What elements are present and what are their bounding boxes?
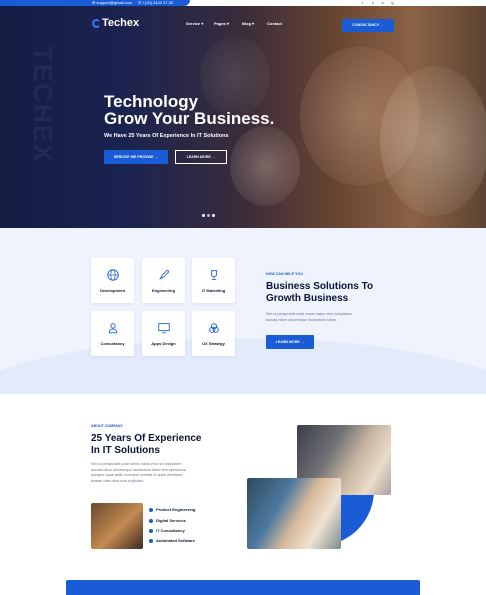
slider-dot[interactable]: [212, 214, 215, 217]
phone-text: +(10) 2442 47 50: [142, 0, 174, 5]
section-tag: HOW CAN HELP YOU: [266, 272, 303, 276]
heading-line: 25 Years Of Experience: [91, 433, 202, 444]
service-card-label: IT Marketing: [201, 288, 226, 293]
text-line: accusa ntium doloremque laudantium totam…: [266, 317, 337, 322]
service-card-label: Engineering: [151, 288, 176, 293]
consultancy-button[interactable]: CONSULTANCY →: [342, 19, 394, 32]
learn-more-button[interactable]: LEARN MORE →: [266, 335, 314, 349]
check-icon: [149, 538, 153, 543]
hero-photo-person-front: [230, 126, 300, 206]
logo-text[interactable]: Techex: [102, 17, 139, 29]
section-heading: Business Solutions To Growth Business: [266, 281, 373, 305]
checklist-item: Digital Services: [149, 518, 186, 523]
user-icon: [108, 323, 117, 334]
nav-label: Contact: [267, 21, 282, 26]
nav-item-contact[interactable]: Contact: [267, 21, 282, 26]
checklist-item: Automated Software: [149, 538, 195, 543]
service-card-label: UX Strategy: [202, 341, 225, 346]
slider-dots: [202, 204, 217, 222]
checklist-item: IT Consultancy: [149, 528, 185, 533]
checklist-label: Digital Services: [156, 518, 186, 523]
nav-label: Blog: [242, 21, 251, 26]
service-card-label: Consultancy: [100, 341, 125, 346]
learn-more-button[interactable]: LEARN MORE →: [175, 150, 227, 164]
checklist-label: Automated Software: [156, 538, 195, 543]
chevron-down-icon: ▾: [226, 21, 229, 26]
hero-title-line2: Grow Your Business.: [104, 109, 275, 128]
check-icon: [149, 507, 153, 512]
main-nav: Techex Service ▾ Pages ▾ Blog ▾ Contact …: [0, 6, 486, 32]
slider-dot-active[interactable]: [207, 214, 210, 217]
services-button[interactable]: SERVICE WE PROVIDE →: [104, 150, 168, 164]
text-line: beatae vitae dicta sunt explicabo.: [91, 478, 145, 483]
service-card-label: Development: [99, 288, 126, 293]
check-icon: [149, 528, 153, 533]
about-section: [0, 394, 486, 595]
trophy-icon: [210, 270, 217, 280]
hero-title: Technology Grow Your Business.: [104, 93, 274, 127]
service-card-ux-strategy[interactable]: UX Strategy: [192, 311, 235, 356]
text-line: queapse quae abillo inventore veritatis …: [91, 473, 183, 477]
checklist-label: Product Engineering: [156, 507, 196, 512]
nav-label: Pages: [214, 21, 226, 26]
service-card-apps-design[interactable]: Apps Design: [142, 311, 185, 356]
hero-subtitle: We Have 25 Years Of Experience In IT Sol…: [104, 133, 229, 139]
hero-watermark: TECHEX: [28, 46, 58, 164]
hero-photo-person-right: [380, 66, 486, 216]
about-photo-bottom: [247, 478, 341, 549]
globe-icon: [106, 269, 119, 281]
about-tag: ABOUT COMPANY: [91, 424, 123, 428]
background-curve: [0, 338, 486, 394]
nav-label: Service: [186, 21, 201, 26]
service-card-development[interactable]: Development: [91, 258, 134, 303]
service-card-engineering[interactable]: Engineering: [142, 258, 185, 303]
logo-icon[interactable]: [92, 19, 101, 28]
service-card-it-marketing[interactable]: IT Marketing: [192, 258, 235, 303]
services-section: [0, 228, 486, 394]
chevron-down-icon: ▾: [252, 21, 255, 26]
nav-item-pages[interactable]: Pages ▾: [214, 21, 229, 26]
checklist-label: IT Consultancy: [156, 528, 185, 533]
heading-line: Growth Business: [266, 293, 349, 304]
hero-title-line1: Technology: [104, 92, 199, 111]
text-line: Sed ut perspiciatis unde omnis natus err…: [91, 462, 182, 466]
circles-icon: [208, 323, 219, 333]
chevron-down-icon: ▾: [201, 21, 204, 26]
nav-item-blog[interactable]: Blog ▾: [242, 21, 254, 26]
monitor-icon: [157, 323, 170, 334]
nav-item-service[interactable]: Service ▾: [186, 21, 203, 26]
service-card-consultancy[interactable]: Consultancy: [91, 311, 134, 356]
about-thumbnail: [91, 503, 143, 549]
section-text: Sed ut perspiciatis unde omnis natus err…: [266, 312, 352, 323]
check-icon: [149, 518, 153, 523]
about-heading: 25 Years Of Experience In IT Solutions: [91, 433, 201, 457]
rocket-icon: [158, 270, 169, 280]
email-text: support@gmail.com: [96, 0, 133, 5]
about-text: Sed ut perspiciatis unde omnis natus err…: [91, 462, 186, 484]
checklist-item: Product Engineering: [149, 507, 195, 512]
service-card-label: Apps Design: [151, 341, 176, 346]
text-line: Sed ut perspiciatis unde omnis natus err…: [266, 312, 352, 316]
heading-line: Business Solutions To: [266, 281, 374, 292]
footer-cta-band: [66, 580, 420, 595]
heading-line: In IT Solutions: [91, 445, 160, 456]
slider-dot[interactable]: [202, 214, 205, 217]
